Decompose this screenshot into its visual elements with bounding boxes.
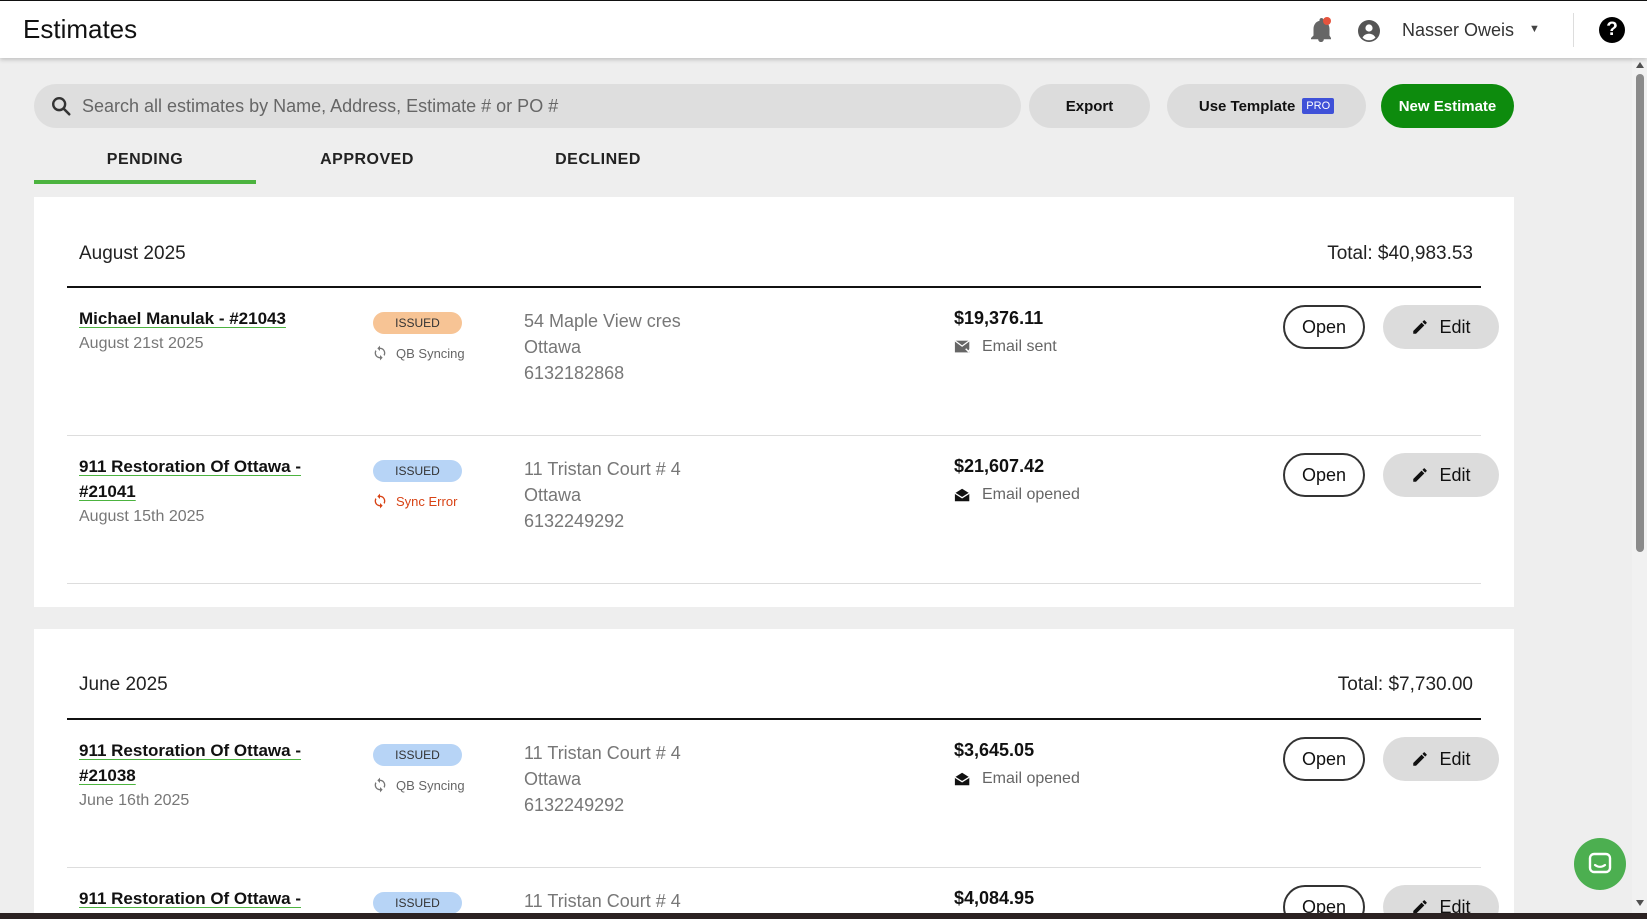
taskbar-edge (0, 913, 1647, 919)
month-total: Total: $40,983.53 (1327, 243, 1473, 264)
new-estimate-label: New Estimate (1398, 97, 1497, 115)
sync-error-status: Sync Error (372, 493, 457, 509)
scroll-down-arrow-icon[interactable] (1636, 900, 1644, 906)
active-tab-indicator (34, 180, 256, 184)
mail-open-icon (954, 488, 970, 502)
address-line: 11 Tristan Court # 4 (524, 891, 681, 911)
estimate-row: 911 Restoration Of Ottawa - #21041 Augus… (34, 436, 1514, 584)
estimate-amount: $21,607.42 (954, 456, 1045, 476)
search-icon (52, 97, 71, 116)
divider (1573, 13, 1574, 47)
sync-icon (374, 345, 386, 361)
open-button[interactable]: Open (1283, 453, 1365, 497)
estimate-row: 911 Restoration Of Ottawa - #21038 June … (34, 720, 1514, 868)
tab-pending[interactable]: PENDING (34, 151, 256, 169)
tab-approved[interactable]: APPROVED (256, 151, 478, 169)
month-title: August 2025 (79, 243, 186, 264)
search-bar (34, 84, 1021, 128)
month-title: June 2025 (79, 674, 168, 695)
user-name[interactable]: Nasser Oweis (1402, 20, 1514, 41)
estimate-group-card: June 2025 Total: $7,730.00 911 Restorati… (34, 629, 1514, 919)
status-badge: ISSUED (373, 460, 462, 482)
estimate-date: August 15th 2025 (79, 508, 205, 525)
email-status-label: Email sent (982, 338, 1057, 355)
address-line: 54 Maple View cres (524, 311, 681, 331)
tab-declined[interactable]: DECLINED (482, 151, 714, 169)
use-template-button[interactable]: Use Template PRO (1167, 84, 1366, 128)
edit-label: Edit (1439, 748, 1471, 769)
open-button[interactable]: Open (1283, 305, 1365, 349)
notification-dot (1323, 17, 1331, 25)
chevron-down-icon[interactable]: ▼ (1529, 23, 1540, 35)
top-bar: Estimates Nasser Oweis ▼ ? (0, 0, 1647, 58)
estimate-name-link[interactable]: 911 Restoration Of Ottawa - (79, 886, 339, 911)
email-status: Email sent (954, 338, 1057, 356)
address-city: Ottawa (524, 337, 582, 357)
estimate-group-card: August 2025 Total: $40,983.53 Michael Ma… (34, 197, 1514, 607)
pencil-icon (1413, 752, 1428, 766)
estimate-address: 11 Tristan Court # 4 Ottawa 6132249292 (524, 740, 681, 818)
mail-sent-icon (954, 340, 972, 353)
estimate-name-link[interactable]: 911 Restoration Of Ottawa - #21041 (79, 454, 339, 504)
edit-button[interactable]: Edit (1383, 453, 1499, 497)
estimate-address: 54 Maple View cres Ottawa 6132182868 (524, 308, 681, 386)
sync-label: QB Syncing (396, 777, 465, 793)
month-total: Total: $7,730.00 (1337, 674, 1473, 695)
address-line: 11 Tristan Court # 4 (524, 459, 681, 479)
sync-icon (374, 493, 386, 509)
estimate-amount: $3,645.05 (954, 740, 1035, 760)
pencil-icon (1413, 320, 1428, 334)
page-title: Estimates (23, 14, 138, 44)
estimate-date: August 21st 2025 (79, 335, 204, 352)
edit-label: Edit (1439, 316, 1471, 337)
scroll-up-arrow-icon[interactable] (1636, 62, 1644, 68)
scrollbar[interactable] (1632, 58, 1647, 919)
sync-icon (374, 777, 386, 793)
estimate-name-link[interactable]: 911 Restoration Of Ottawa - #21038 (79, 738, 339, 788)
address-phone: 6132182868 (524, 363, 625, 383)
estimate-amount: $4,084.95 (954, 888, 1035, 908)
search-input[interactable] (82, 84, 1002, 128)
new-estimate-button[interactable]: New Estimate (1381, 84, 1514, 128)
user-circle-icon[interactable] (1357, 19, 1381, 43)
open-button[interactable]: Open (1283, 737, 1365, 781)
estimate-address: 11 Tristan Court # 4 Ottawa 6132249292 (524, 456, 681, 534)
export-button[interactable]: Export (1029, 84, 1150, 128)
estimate-name-link[interactable]: Michael Manulak - #21043 (79, 306, 339, 331)
scroll-thumb[interactable] (1636, 74, 1644, 552)
chat-button[interactable] (1574, 838, 1626, 890)
address-city: Ottawa (524, 485, 582, 505)
pencil-icon (1413, 468, 1428, 482)
export-label: Export (1065, 97, 1114, 115)
edit-button[interactable]: Edit (1383, 737, 1499, 781)
pro-badge: PRO (1302, 98, 1335, 114)
email-status-label: Email opened (982, 486, 1080, 503)
sync-label: QB Syncing (396, 345, 465, 361)
status-badge: ISSUED (373, 892, 462, 914)
estimate-row: Michael Manulak - #21043 August 21st 202… (34, 288, 1514, 436)
status-badge: ISSUED (373, 744, 462, 766)
divider (67, 583, 1481, 584)
email-status: Email opened (954, 486, 1080, 504)
sync-status: QB Syncing (372, 345, 465, 361)
estimate-date: June 16th 2025 (79, 792, 190, 809)
mail-open-icon (954, 772, 970, 786)
address-city: Ottawa (524, 769, 582, 789)
edit-button[interactable]: Edit (1383, 305, 1499, 349)
address-phone: 6132249292 (524, 511, 625, 531)
estimate-row: 911 Restoration Of Ottawa - ISSUED 11 Tr… (34, 868, 1514, 919)
sync-label: Sync Error (396, 493, 458, 509)
chat-icon (1588, 852, 1612, 874)
email-status: Email opened (954, 770, 1080, 788)
address-phone: 6132249292 (524, 795, 625, 815)
estimate-address: 11 Tristan Court # 4 (524, 888, 681, 914)
sync-status: QB Syncing (372, 777, 465, 793)
use-template-label: Use Template (1198, 97, 1296, 115)
edit-label: Edit (1439, 464, 1471, 485)
status-badge: ISSUED (373, 312, 462, 334)
help-icon[interactable]: ? (1599, 17, 1625, 43)
email-status-label: Email opened (982, 770, 1080, 787)
estimate-amount: $19,376.11 (954, 308, 1044, 328)
address-line: 11 Tristan Court # 4 (524, 743, 681, 763)
